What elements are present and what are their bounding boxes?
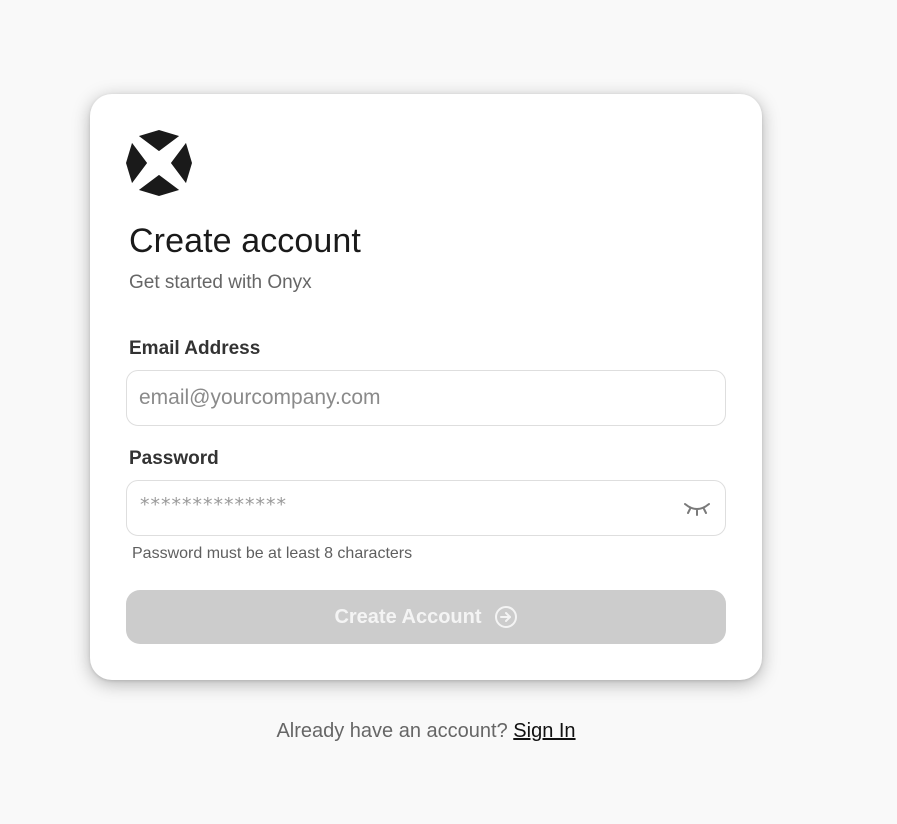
page-title: Create account (129, 222, 361, 260)
password-field[interactable]: ************** (126, 480, 726, 536)
password-hint: Password must be at least 8 characters (132, 545, 413, 562)
sign-in-link[interactable]: Sign In (513, 720, 575, 742)
password-label: Password (129, 448, 219, 469)
page-subtitle: Get started with Onyx (129, 272, 312, 293)
signin-prompt: Already have an account? Sign In (0, 718, 852, 744)
create-account-button[interactable]: Create Account (126, 590, 726, 644)
eye-closed-icon[interactable] (683, 498, 711, 518)
email-label: Email Address (129, 338, 261, 359)
signin-prompt-text: Already have an account? (276, 720, 508, 742)
create-account-label: Create Account (334, 605, 482, 628)
email-field-container (126, 370, 726, 426)
arrow-right-circle-icon (494, 606, 517, 628)
password-placeholder: ************** (140, 494, 287, 516)
email-field[interactable] (139, 371, 669, 425)
onyx-logo-icon (126, 130, 192, 196)
signup-card: Create account Get started with Onyx Ema… (90, 94, 762, 680)
